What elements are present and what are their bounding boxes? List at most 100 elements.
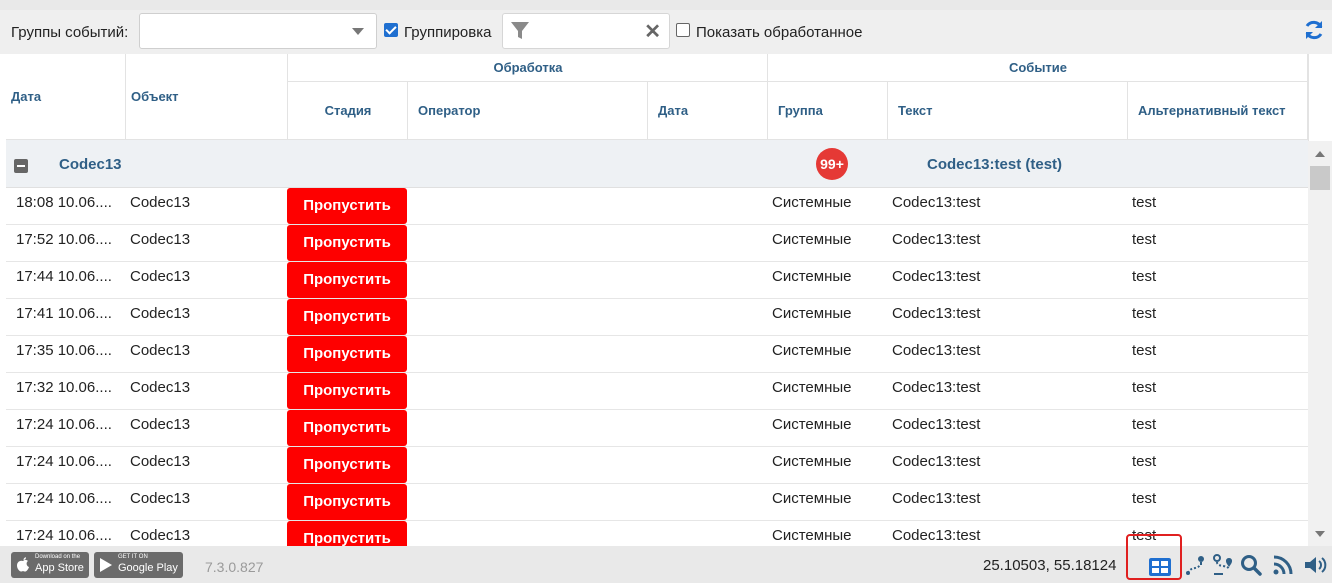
row-group: Системные [772, 379, 852, 396]
events-grid: Дата Объект Обработка Событие Стадия Опе… [6, 54, 1308, 546]
group-event-text: Codec13:test (test) [927, 156, 1063, 173]
filter-input[interactable]: ✕ [502, 13, 670, 49]
skip-button[interactable]: Пропустить [287, 299, 407, 335]
table-row[interactable]: 17:24 10.06.... Codec13 Пропустить Системны… [6, 447, 1308, 484]
scroll-thumb[interactable] [1310, 166, 1330, 190]
header-object[interactable]: Объект [126, 54, 288, 140]
close-icon[interactable]: ✕ [644, 19, 661, 44]
skip-button[interactable]: Пропустить [287, 521, 407, 546]
route-pin-icon[interactable] [1211, 554, 1235, 576]
row-alt-text: test [1132, 194, 1157, 211]
vertical-scrollbar[interactable] [1308, 141, 1332, 546]
row-alt-text: test [1132, 453, 1157, 470]
search-zoom-icon[interactable] [1240, 554, 1262, 576]
rss-icon[interactable] [1272, 554, 1294, 576]
header-stage[interactable]: Стадия [288, 82, 408, 140]
row-object: Codec13 [130, 453, 191, 470]
table-row[interactable]: 17:35 10.06.... Codec13 Пропустить Системны… [6, 336, 1308, 373]
row-object: Codec13 [130, 268, 191, 285]
footer: Download on the App Store GET IT ON Goog… [0, 534, 1332, 583]
header-spacer [1308, 54, 1332, 141]
row-object: Codec13 [130, 342, 191, 359]
refresh-icon[interactable] [1303, 19, 1325, 41]
row-alt-text: test [1132, 490, 1157, 507]
row-group: Системные [772, 231, 852, 248]
row-alt-text: test [1132, 231, 1157, 248]
table-row[interactable]: 17:44 10.06.... Codec13 Пропустить Системны… [6, 262, 1308, 299]
skip-button[interactable]: Пропустить [287, 447, 407, 483]
show-processed-checkbox[interactable] [676, 23, 690, 37]
row-date: 17:24 10.06.... [16, 490, 112, 507]
row-object: Codec13 [130, 194, 191, 211]
header-operator[interactable]: Оператор [408, 82, 648, 140]
collapse-icon[interactable] [14, 159, 28, 173]
skip-button[interactable]: Пропустить [287, 336, 407, 372]
table-row[interactable]: 17:32 10.06.... Codec13 Пропустить Системны… [6, 373, 1308, 410]
row-object: Codec13 [130, 231, 191, 248]
header-date[interactable]: Дата [6, 54, 126, 140]
header-processing: Обработка [288, 54, 768, 82]
skip-button[interactable]: Пропустить [287, 373, 407, 409]
skip-button[interactable]: Пропустить [287, 484, 407, 520]
app-store-small: Download on the [35, 554, 81, 560]
row-alt-text: test [1132, 268, 1157, 285]
groups-label: Группы событий: [11, 24, 129, 41]
coordinates-label: 25.10503, 55.18124 [983, 557, 1117, 574]
app-store-button[interactable]: Download on the App Store [11, 552, 89, 578]
table-row[interactable]: 17:41 10.06.... Codec13 Пропустить Системны… [6, 299, 1308, 336]
scroll-down-icon[interactable] [1315, 531, 1325, 537]
google-play-big: Google Play [118, 562, 178, 574]
row-group: Системные [772, 453, 852, 470]
table-row[interactable]: 17:24 10.06.... Codec13 Пропустить Системны… [6, 410, 1308, 447]
header-proc-date-label: Дата [658, 103, 689, 118]
header-date-label: Дата [11, 89, 42, 104]
row-group: Системные [772, 490, 852, 507]
header-text[interactable]: Текст [888, 82, 1128, 140]
scroll-up-icon[interactable] [1315, 151, 1325, 157]
row-text: Codec13:test [892, 490, 981, 507]
row-date: 17:24 10.06.... [16, 527, 112, 544]
row-text: Codec13:test [892, 268, 981, 285]
grouping-checkbox[interactable] [384, 23, 398, 37]
row-text: Codec13:test [892, 453, 981, 470]
table-row[interactable]: 17:52 10.06.... Codec13 Пропустить Системны… [6, 225, 1308, 262]
row-date: 18:08 10.06.... [16, 194, 112, 211]
google-play-icon [100, 558, 112, 572]
table-row[interactable]: 17:24 10.06.... Codec13 Пропустить Системны… [6, 521, 1308, 546]
skip-button[interactable]: Пропустить [287, 188, 407, 224]
count-badge: 99+ [816, 148, 848, 180]
route-icon[interactable] [1185, 554, 1207, 576]
row-group: Системные [772, 194, 852, 211]
table-row[interactable]: 17:24 10.06.... Codec13 Пропустить Системны… [6, 484, 1308, 521]
event-groups-select[interactable] [139, 13, 377, 49]
grouping-label: Группировка [404, 24, 492, 41]
google-play-button[interactable]: GET IT ON Google Play [94, 552, 183, 578]
skip-button[interactable]: Пропустить [287, 262, 407, 298]
layout-grid-icon [1149, 558, 1171, 576]
row-date: 17:35 10.06.... [16, 342, 112, 359]
header-proc-date[interactable]: Дата [648, 82, 768, 140]
filter-icon [511, 22, 529, 39]
header-group[interactable]: Группа [768, 82, 888, 140]
row-text: Codec13:test [892, 231, 981, 248]
group-row[interactable]: Codec13 99+ Codec13:test (test) [6, 140, 1308, 188]
volume-icon[interactable] [1303, 554, 1329, 576]
header-object-label: Объект [131, 89, 179, 104]
row-text: Codec13:test [892, 527, 981, 544]
layout-toggle-button[interactable] [1126, 534, 1182, 580]
header-alt-text[interactable]: Альтернативный текст [1128, 82, 1308, 140]
show-processed-label: Показать обработанное [696, 24, 863, 41]
row-text: Codec13:test [892, 305, 981, 322]
table-row[interactable]: 18:08 10.06.... Codec13 Пропустить Системны… [6, 188, 1308, 225]
row-date: 17:24 10.06.... [16, 453, 112, 470]
header-group-label: Группа [778, 103, 823, 118]
header-operator-label: Оператор [418, 103, 481, 118]
row-object: Codec13 [130, 416, 191, 433]
chevron-down-icon [352, 28, 364, 35]
skip-button[interactable]: Пропустить [287, 225, 407, 261]
skip-button[interactable]: Пропустить [287, 410, 407, 446]
row-object: Codec13 [130, 527, 191, 544]
row-date: 17:44 10.06.... [16, 268, 112, 285]
google-play-small: GET IT ON [118, 554, 148, 560]
header-text-label: Текст [898, 103, 933, 118]
